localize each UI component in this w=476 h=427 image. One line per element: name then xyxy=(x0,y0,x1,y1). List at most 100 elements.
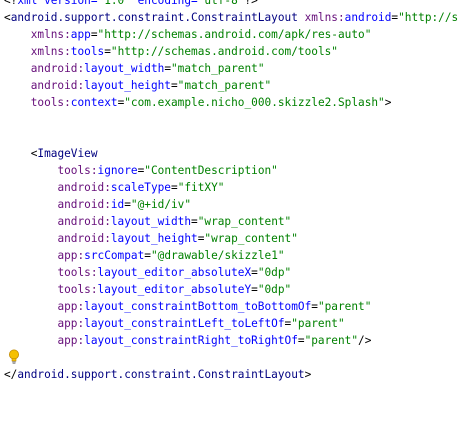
code-token: android.support.constraint.ConstraintLay… xyxy=(17,368,305,381)
code-token: app xyxy=(70,28,91,41)
code-token: > xyxy=(384,96,392,109)
code-token: xmlns: xyxy=(30,45,71,58)
code-token: > xyxy=(304,368,312,381)
code-token: layout_editor_absoluteX xyxy=(97,266,252,279)
code-token: layout_constraintRight_toRightOf xyxy=(84,334,298,347)
code-token: layout_width xyxy=(84,62,165,75)
code-token: "wrap_content" xyxy=(197,215,292,228)
code-line: app:layout_constraintLeft_toLeftOf="pare… xyxy=(4,315,345,332)
code-token: context xyxy=(70,96,118,109)
code-token: layout_constraintLeft_toLeftOf xyxy=(84,317,285,330)
code-token: xmlns: xyxy=(30,28,71,41)
code-token: </ xyxy=(4,368,18,381)
code-line: android:scaleType="fitXY" xyxy=(4,179,224,196)
code-token: "match_parent" xyxy=(177,79,272,92)
code-token: tools: xyxy=(57,164,98,177)
code-token: = xyxy=(124,198,131,211)
code-token: "1.0" xyxy=(97,0,131,7)
code-token: encoding= xyxy=(130,0,198,7)
code-token: "0dp" xyxy=(257,283,292,296)
code-token: = xyxy=(311,300,318,313)
code-line: android:layout_width="wrap_content" xyxy=(4,213,291,230)
code-token: "http://s xyxy=(398,11,459,24)
code-token: "utf-8" xyxy=(197,0,245,7)
code-token: < xyxy=(4,147,38,160)
code-line: app:layout_constraintBottom_toBottomOf="… xyxy=(4,298,371,315)
code-line: xmlns:app="http://schemas.android.com/ap… xyxy=(4,26,372,43)
code-editor[interactable]: <?xml version="1.0" encoding="utf-8"?> <a… xyxy=(0,0,476,427)
code-line: tools:layout_editor_absoluteX="0dp" xyxy=(4,264,291,281)
code-token: "http://schemas.android.com/tools" xyxy=(110,45,338,58)
code-token: "fitXY" xyxy=(177,181,225,194)
code-token: = xyxy=(171,181,178,194)
code-line: android:layout_height="match_parent" xyxy=(4,77,271,94)
code-token: = xyxy=(90,28,98,41)
code-token: android: xyxy=(30,62,85,75)
code-token: android.support.constraint.ConstraintLay… xyxy=(10,11,298,24)
code-token: tools: xyxy=(57,283,98,296)
code-token: "@drawable/skizzle1" xyxy=(150,249,285,262)
code-token: xmlns: xyxy=(304,11,345,24)
code-token: app: xyxy=(57,249,85,262)
code-line: <android.support.constraint.ConstraintLa… xyxy=(4,9,458,26)
code-token: id xyxy=(110,198,125,211)
code-line: app:srcCompat="@drawable/skizzle1" xyxy=(4,247,285,264)
code-line: </android.support.constraint.ConstraintL… xyxy=(4,366,311,383)
code-token: android: xyxy=(30,79,85,92)
lightbulb-icon[interactable] xyxy=(8,349,20,365)
code-token: "@+id/iv" xyxy=(130,198,192,211)
code-token: "match_parent" xyxy=(171,62,265,75)
code-token: = xyxy=(144,249,151,262)
code-line: <?xml version="1.0" encoding="utf-8"?> xyxy=(4,0,258,9)
code-token: ignore xyxy=(97,164,138,177)
code-token: "0dp" xyxy=(257,266,292,279)
code-token: "ContentDescription" xyxy=(144,164,278,177)
code-line: tools:context="com.example.nicho_000.ski… xyxy=(4,94,392,111)
code-line: tools:layout_editor_absoluteY="0dp" xyxy=(4,281,291,298)
code-token: layout_height xyxy=(84,79,171,92)
code-line: android:layout_height="wrap_content" xyxy=(4,230,298,247)
code-token: = xyxy=(251,283,258,296)
code-token: android xyxy=(344,11,392,24)
code-token: = xyxy=(170,79,178,92)
code-token: srcCompat xyxy=(84,249,145,262)
code-token: = xyxy=(297,334,305,347)
code-token: /> xyxy=(358,334,372,347)
code-line: app:layout_constraintRight_toRightOf="pa… xyxy=(4,332,371,349)
code-token: "wrap_content" xyxy=(204,232,298,245)
code-token: android: xyxy=(57,215,111,228)
code-line: xmlns:tools="http://schemas.android.com/… xyxy=(4,43,338,60)
code-token: "parent" xyxy=(304,334,359,347)
code-token: tools: xyxy=(30,96,71,109)
code-token: app: xyxy=(57,317,85,330)
code-token: "parent" xyxy=(291,317,345,330)
code-token: layout_width xyxy=(110,215,192,228)
code-token: tools: xyxy=(57,266,98,279)
code-line: tools:ignore="ContentDescription" xyxy=(4,162,278,179)
code-token: app: xyxy=(57,334,85,347)
code-token: android: xyxy=(57,232,111,245)
code-token: = xyxy=(164,62,171,75)
code-line: <ImageView xyxy=(4,145,98,162)
code-token: android: xyxy=(57,181,111,194)
code-token: xml version= xyxy=(17,0,98,7)
code-token: = xyxy=(104,45,111,58)
code-token: layout_editor_absoluteY xyxy=(97,283,252,296)
code-token: ?> xyxy=(244,0,258,7)
code-token: "com.example.nicho_000.skizzle2.Splash" xyxy=(124,96,385,109)
code-line: android:id="@+id/iv" xyxy=(4,196,191,213)
